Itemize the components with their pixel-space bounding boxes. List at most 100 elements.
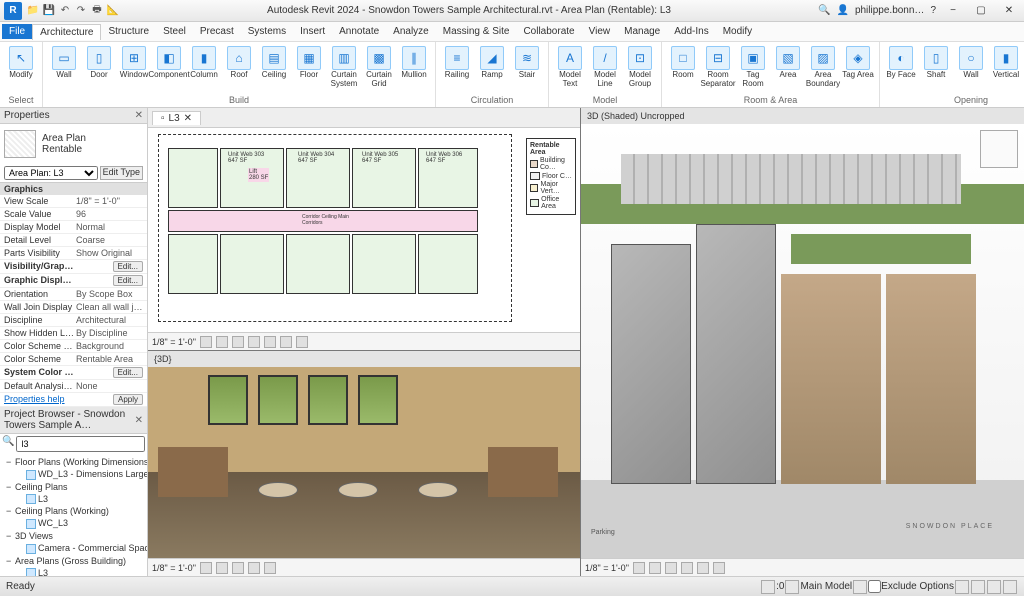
tree-node[interactable]: −Floor Plans (Working Dimensions) bbox=[2, 456, 145, 468]
vc-icon[interactable] bbox=[248, 336, 260, 348]
tool-area-boundary[interactable]: ▨Area Boundary bbox=[806, 44, 840, 91]
prop-row-graphic-display-o-[interactable]: Graphic Display O…Edit... bbox=[0, 274, 147, 288]
menu-tab-architecture[interactable]: Architecture bbox=[32, 24, 101, 40]
tool-wall[interactable]: ○Wall bbox=[954, 44, 988, 82]
vc-icon[interactable] bbox=[280, 336, 292, 348]
tool-curtain-grid[interactable]: ▩Curtain Grid bbox=[362, 44, 396, 91]
prop-value[interactable]: Clean all wall joins bbox=[76, 302, 143, 312]
prop-value[interactable] bbox=[76, 275, 113, 286]
expand-icon[interactable]: − bbox=[6, 506, 15, 516]
status-icon[interactable] bbox=[987, 580, 1001, 594]
vc-icon[interactable] bbox=[216, 562, 228, 574]
status-icon[interactable] bbox=[761, 580, 775, 594]
menu-tab-modify[interactable]: Modify bbox=[716, 24, 759, 39]
status-icon[interactable] bbox=[971, 580, 985, 594]
prop-row-default-analysis-di-[interactable]: Default Analysis Di…None bbox=[0, 380, 147, 393]
prop-row-wall-join-display[interactable]: Wall Join DisplayClean all wall joins bbox=[0, 301, 147, 314]
prop-value[interactable]: Coarse bbox=[76, 235, 143, 245]
prop-value[interactable]: Architectural bbox=[76, 315, 143, 325]
tool-area[interactable]: ▧Area bbox=[771, 44, 805, 82]
expand-icon[interactable]: − bbox=[6, 531, 15, 541]
edit-type-button[interactable]: Edit Type bbox=[100, 166, 143, 180]
menu-tab-insert[interactable]: Insert bbox=[293, 24, 332, 39]
vc-icon[interactable] bbox=[264, 562, 276, 574]
menu-tab-steel[interactable]: Steel bbox=[156, 24, 193, 39]
user-icon[interactable]: 👤 bbox=[836, 5, 848, 16]
menu-tab-analyze[interactable]: Analyze bbox=[386, 24, 436, 39]
tool-mullion[interactable]: ∥Mullion bbox=[397, 44, 431, 82]
tree-node[interactable]: WC_L3 bbox=[2, 517, 145, 530]
tool-model-text[interactable]: AModel Text bbox=[553, 44, 587, 91]
status-icon[interactable] bbox=[785, 580, 799, 594]
render-scale[interactable]: 1/8" = 1'-0" bbox=[152, 563, 196, 573]
prop-row-visibility-graphics-[interactable]: Visibility/Graphics …Edit... bbox=[0, 260, 147, 274]
tool-floor[interactable]: ▦Floor bbox=[292, 44, 326, 82]
tool-ceiling[interactable]: ▤Ceiling bbox=[257, 44, 291, 82]
prop-row-scale-value[interactable]: Scale Value96 bbox=[0, 208, 147, 221]
help-icon[interactable]: ? bbox=[930, 5, 936, 16]
expand-icon[interactable]: − bbox=[6, 482, 15, 492]
menu-tab-systems[interactable]: Systems bbox=[241, 24, 293, 39]
prop-row-system-color-sche-[interactable]: System Color Sche…Edit... bbox=[0, 366, 147, 380]
vc-icon[interactable] bbox=[200, 336, 212, 348]
menu-tab-manage[interactable]: Manage bbox=[617, 24, 667, 39]
prop-value[interactable]: None bbox=[76, 381, 143, 391]
browser-search-input[interactable] bbox=[16, 436, 145, 452]
vc-icon[interactable] bbox=[681, 562, 693, 574]
type-preview[interactable]: Area Plan Rentable bbox=[0, 124, 147, 164]
prop-edit-button[interactable]: Edit... bbox=[113, 261, 143, 272]
expand-icon[interactable]: − bbox=[6, 556, 15, 566]
tool-railing[interactable]: ≡Railing bbox=[440, 44, 474, 82]
prop-edit-button[interactable]: Edit... bbox=[113, 367, 143, 378]
tree-node[interactable]: −3D Views bbox=[2, 530, 145, 542]
qat-print-icon[interactable]: 🖶 bbox=[90, 4, 104, 18]
tree-node[interactable]: −Area Plans (Gross Building) bbox=[2, 555, 145, 567]
tool-column[interactable]: ▮Column bbox=[187, 44, 221, 82]
qat-measure-icon[interactable]: 📐 bbox=[106, 4, 120, 18]
tool-model-group[interactable]: ⊡Model Group bbox=[623, 44, 657, 91]
qat-redo-icon[interactable]: ↷ bbox=[74, 4, 88, 18]
prop-value[interactable]: By Scope Box bbox=[76, 289, 143, 299]
tool-model-line[interactable]: /Model Line bbox=[588, 44, 622, 91]
status-icon[interactable] bbox=[853, 580, 867, 594]
vc-icon[interactable] bbox=[216, 336, 228, 348]
render-canvas[interactable] bbox=[148, 367, 580, 558]
status-icon[interactable] bbox=[1003, 580, 1017, 594]
tree-node[interactable]: L3 bbox=[2, 493, 145, 506]
iso-canvas[interactable]: SNOWDON PLACE Parking bbox=[581, 124, 1024, 558]
browser-close-icon[interactable]: ✕ bbox=[135, 415, 143, 426]
prop-row-display-model[interactable]: Display ModelNormal bbox=[0, 221, 147, 234]
view-tab-l3[interactable]: ▫ L3 ✕ bbox=[152, 111, 201, 125]
tool-by-face[interactable]: ◐By Face bbox=[884, 44, 918, 82]
prop-row-view-scale[interactable]: View Scale1/8" = 1'-0" bbox=[0, 195, 147, 208]
menu-tab-annotate[interactable]: Annotate bbox=[332, 24, 386, 39]
vc-icon[interactable] bbox=[296, 336, 308, 348]
project-tree[interactable]: −Floor Plans (Working Dimensions)WD_L3 -… bbox=[0, 454, 147, 576]
qat-undo-icon[interactable]: ↶ bbox=[58, 4, 72, 18]
prop-value[interactable]: Rentable Area bbox=[76, 354, 143, 364]
menu-tab-view[interactable]: View bbox=[582, 24, 618, 39]
tool-modify[interactable]: ↖Modify bbox=[4, 44, 38, 82]
tool-curtain-system[interactable]: ▥Curtain System bbox=[327, 44, 361, 91]
exclude-options-checkbox[interactable] bbox=[868, 580, 881, 593]
tool-room-separator[interactable]: ⊟Room Separator bbox=[701, 44, 735, 91]
tool-window[interactable]: ⊞Window bbox=[117, 44, 151, 82]
vc-icon[interactable] bbox=[248, 562, 260, 574]
plan-scale[interactable]: 1/8" = 1'-0" bbox=[152, 337, 196, 347]
instance-selector[interactable]: Area Plan: L3 bbox=[4, 166, 98, 180]
tool-roof[interactable]: ⌂Roof bbox=[222, 44, 256, 82]
prop-row-color-scheme-loc-[interactable]: Color Scheme Loc…Background bbox=[0, 340, 147, 353]
search-icon[interactable]: 🔍 bbox=[818, 5, 830, 16]
apply-button[interactable]: Apply bbox=[113, 394, 143, 405]
menu-tab-massing-site[interactable]: Massing & Site bbox=[436, 24, 517, 39]
menu-tab-precast[interactable]: Precast bbox=[193, 24, 241, 39]
prop-value[interactable] bbox=[76, 367, 113, 378]
minimize-button[interactable]: − bbox=[942, 5, 964, 16]
tool-shaft[interactable]: ▯Shaft bbox=[919, 44, 953, 82]
prop-value[interactable]: 96 bbox=[76, 209, 143, 219]
app-logo[interactable]: R bbox=[4, 2, 22, 20]
tree-node[interactable]: −Ceiling Plans bbox=[2, 481, 145, 493]
vc-icon[interactable] bbox=[232, 336, 244, 348]
tool-ramp[interactable]: ◢Ramp bbox=[475, 44, 509, 82]
prop-value[interactable]: 1/8" = 1'-0" bbox=[76, 196, 143, 206]
